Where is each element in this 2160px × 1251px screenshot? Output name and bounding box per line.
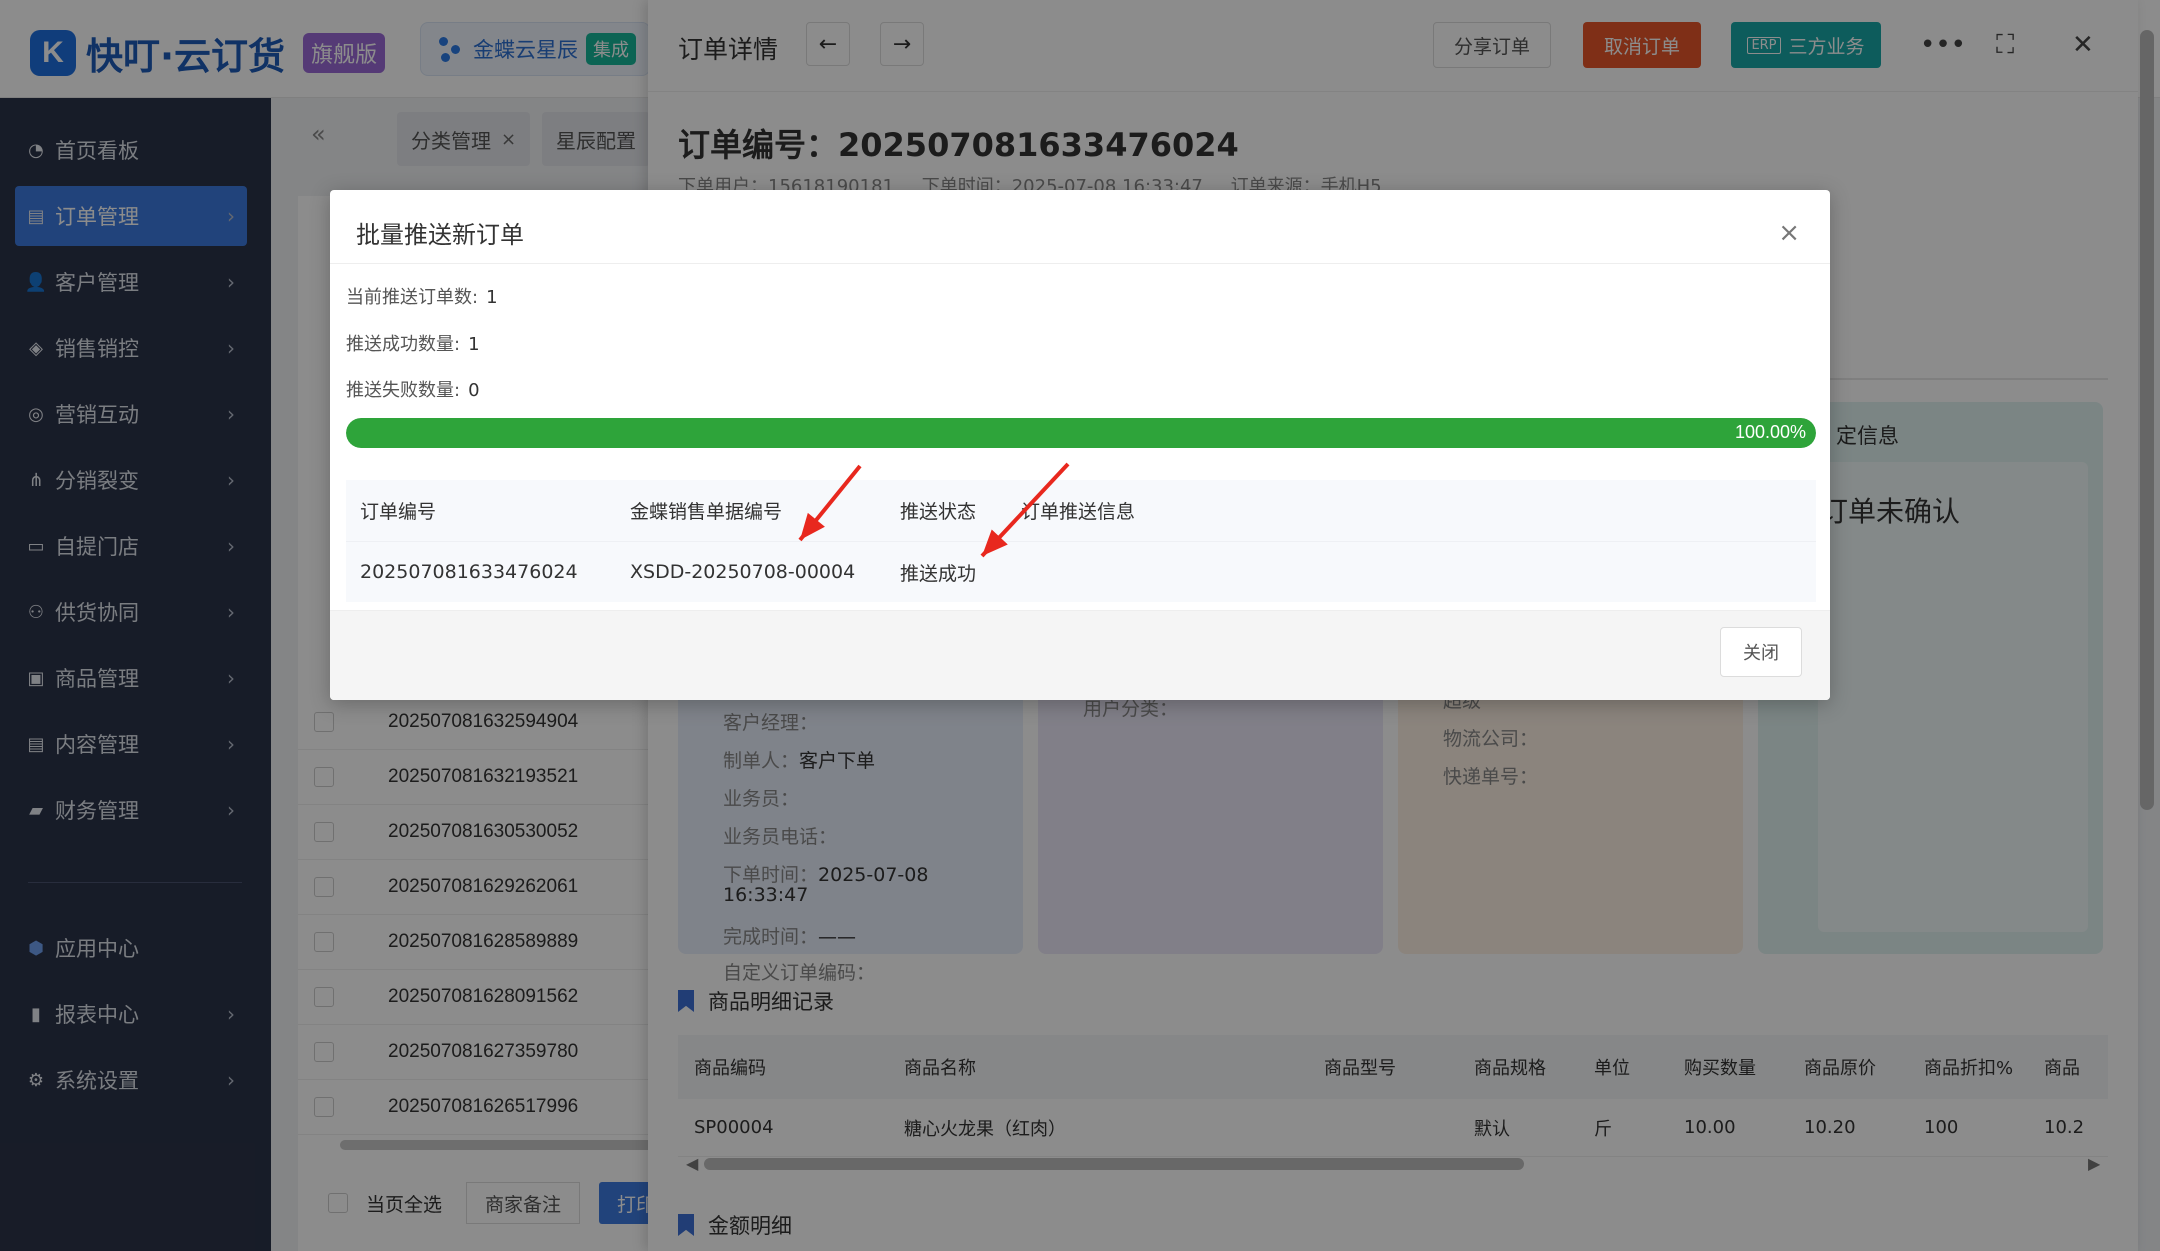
push-table-header: 订单编号 金蝶销售单据编号 推送状态 订单推送信息 [346, 480, 1816, 542]
cell-order-number: 202507081633476024 [360, 561, 578, 583]
success-count: 推送成功数量: 1 [346, 334, 480, 355]
modal-header: 批量推送新订单 × [330, 190, 1830, 264]
progress-label: 100.00% [1734, 422, 1806, 442]
col-push-info: 订单推送信息 [1021, 501, 1136, 523]
fail-count: 推送失败数量: 0 [346, 380, 480, 401]
col-kingdee-number: 金蝶销售单据编号 [630, 501, 783, 523]
col-push-status: 推送状态 [900, 501, 977, 523]
cell-push-status: 推送成功 [900, 562, 977, 585]
cell-kingdee-number: XSDD-20250708-00004 [630, 561, 856, 583]
table-row[interactable]: 202507081633476024 XSDD-20250708-00004 推… [346, 542, 1816, 602]
close-button[interactable]: 关闭 [1720, 627, 1802, 677]
col-order-number: 订单编号 [360, 501, 437, 523]
close-icon[interactable]: × [1778, 218, 1800, 248]
push-result-table: 订单编号 金蝶销售单据编号 推送状态 订单推送信息 20250708163347… [346, 480, 1816, 602]
batch-push-modal: 批量推送新订单 × 当前推送订单数: 1 推送成功数量: 1 推送失败数量: 0 10… [330, 190, 1830, 700]
modal-title: 批量推送新订单 [356, 221, 524, 249]
modal-footer: 关闭 [330, 610, 1830, 700]
current-push-count: 当前推送订单数: 1 [346, 287, 498, 308]
push-progress-bar: 100.00% [346, 418, 1816, 448]
progress-fill: 100.00% [346, 418, 1816, 448]
